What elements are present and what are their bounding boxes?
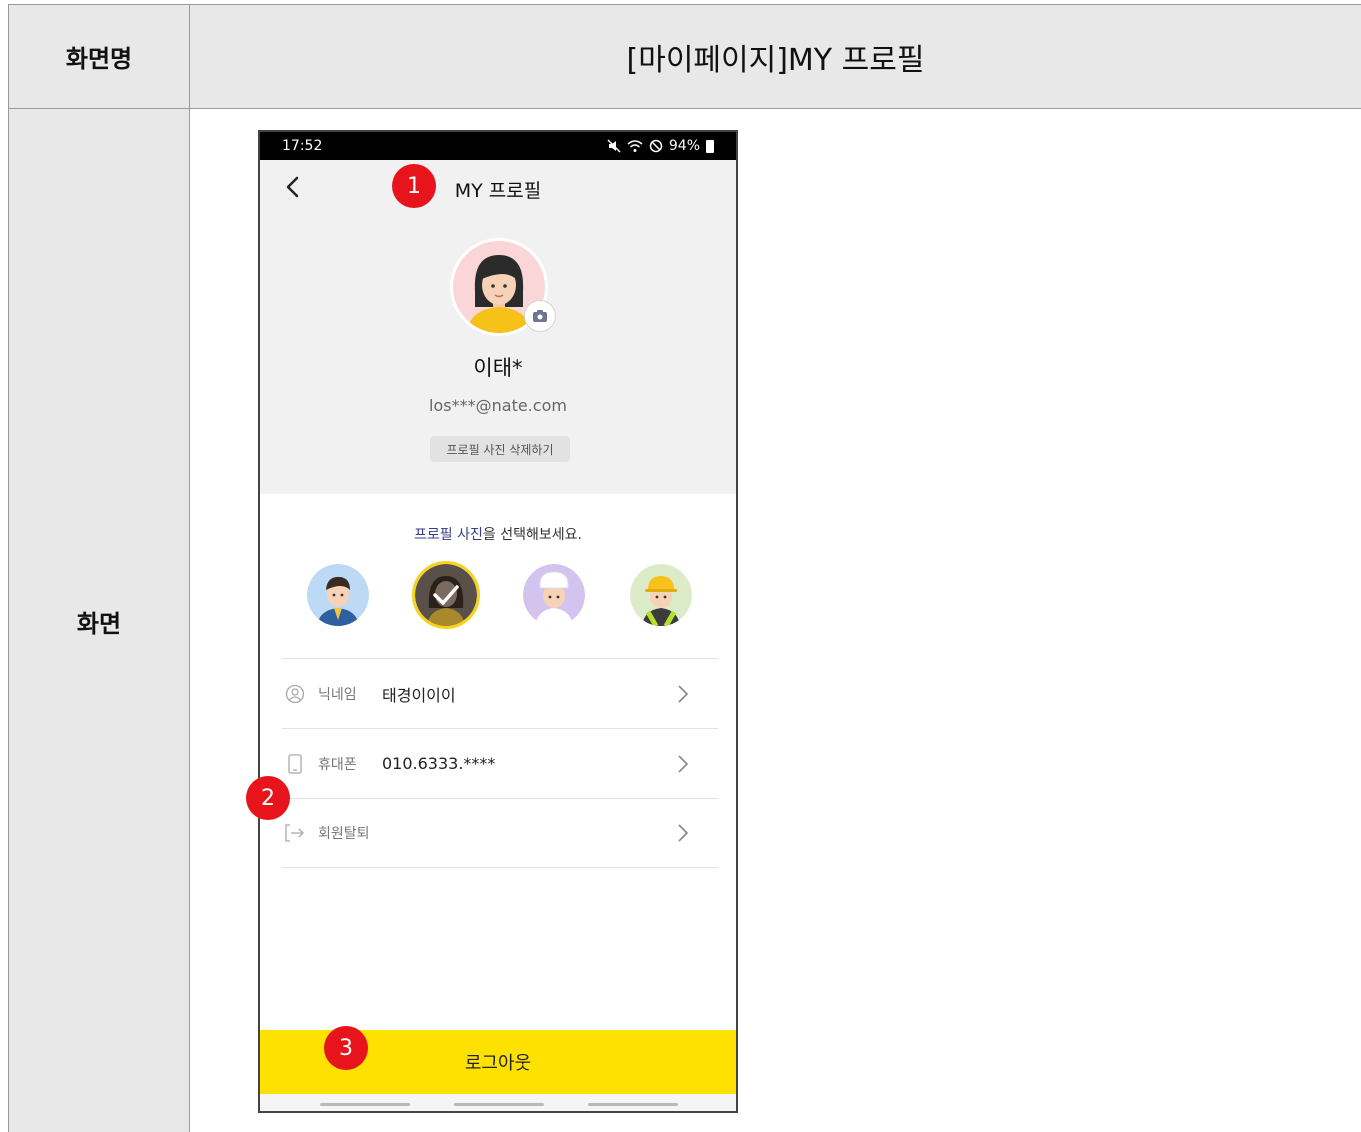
- menu-value-phone: 010.6333.****: [382, 754, 496, 773]
- mute-icon: [607, 139, 621, 153]
- menu-value-nickname: 태경이이이: [382, 685, 456, 705]
- nav-indicator[interactable]: [454, 1103, 544, 1106]
- dnd-icon: [649, 139, 663, 153]
- businessman-avatar-icon: [307, 564, 369, 626]
- user-email: los***@nate.com: [429, 396, 567, 415]
- chef-avatar-icon: [523, 564, 585, 626]
- exit-icon: [285, 824, 304, 842]
- avatar-option-woman[interactable]: [412, 561, 480, 629]
- status-time: 17:52: [282, 138, 323, 154]
- person-icon: [285, 684, 305, 703]
- chevron-right-icon: [678, 754, 689, 773]
- menu-label-phone: 휴대폰: [318, 756, 357, 773]
- menu-label-nickname: 닉네임: [318, 686, 357, 703]
- nav-indicator[interactable]: [588, 1103, 678, 1106]
- avatar-option-construction-worker[interactable]: [630, 564, 692, 626]
- annotation-marker-1: 1: [392, 164, 436, 208]
- checkmark-icon: [433, 585, 459, 605]
- profile-header: MY 프로필 이태* los***@nate.com 프로필 사진 삭제하기: [260, 160, 736, 494]
- page-title: MY 프로필: [454, 180, 542, 202]
- chevron-right-icon: [678, 824, 689, 842]
- change-photo-button[interactable]: [524, 300, 556, 332]
- delete-photo-button[interactable]: 프로필 사진 삭제하기: [430, 436, 570, 462]
- nav-indicator[interactable]: [320, 1103, 410, 1106]
- battery-icon: [706, 139, 714, 153]
- battery-percent: 94%: [668, 138, 700, 154]
- menu-row-nickname[interactable]: 닉네임 태경이이이: [282, 658, 718, 728]
- status-bar: 17:52 94%: [260, 132, 736, 160]
- user-name: 이태*: [473, 356, 523, 380]
- menu-row-phone[interactable]: 휴대폰 010.6333.****: [282, 728, 718, 798]
- avatar-option-businessman[interactable]: [307, 564, 369, 626]
- avatar-option-chef[interactable]: [523, 564, 585, 626]
- menu-row-withdraw[interactable]: 회원탈퇴: [282, 798, 718, 868]
- annotation-marker-3: 3: [324, 1026, 368, 1070]
- avatar-select-prompt-rest: 을 선택해보세요.: [482, 527, 582, 543]
- phone-screen: 17:52 94% MY 프로필 이태* los***@nate.com 프로필…: [258, 130, 738, 1113]
- wifi-icon: [627, 140, 643, 152]
- screen-name-label: 화면명: [9, 5, 190, 109]
- annotation-marker-2: 2: [246, 776, 290, 820]
- menu-label-withdraw: 회원탈퇴: [318, 826, 370, 842]
- camera-icon: [533, 310, 547, 322]
- phone-icon: [288, 753, 302, 774]
- chevron-right-icon: [678, 684, 689, 703]
- avatar-select-prompt-highlight: 프로필 사진: [414, 527, 483, 543]
- screen-title: [마이페이지]MY 프로필: [190, 5, 1361, 109]
- avatar-select-prompt: 프로필 사진을 선택해보세요.: [260, 524, 736, 544]
- construction-worker-avatar-icon: [630, 564, 692, 626]
- system-nav-bar: [260, 1094, 736, 1111]
- screen-label: 화면: [9, 109, 190, 1132]
